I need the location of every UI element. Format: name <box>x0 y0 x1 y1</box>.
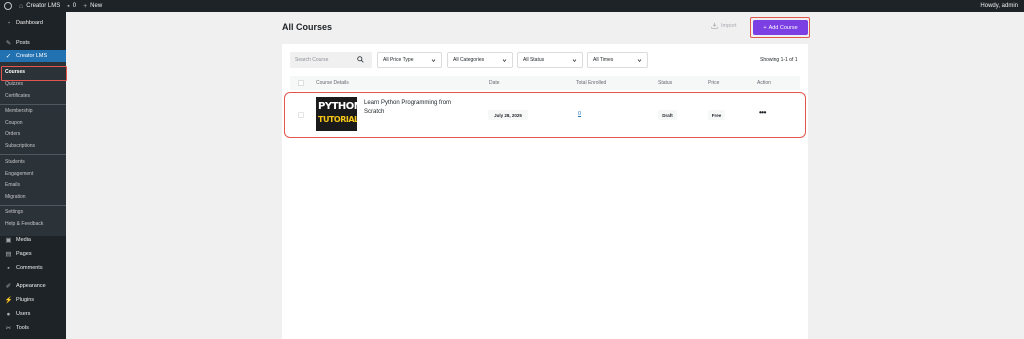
price-type-select[interactable]: All Price Type <box>377 52 442 68</box>
sidebar-item-users[interactable]: ● Users <box>0 308 66 320</box>
sidebar-item-comments[interactable]: ▪ Comments <box>0 262 66 274</box>
submenu-certificates[interactable]: Certificates <box>0 90 66 101</box>
home-icon: ⌂ <box>19 2 24 10</box>
categories-select[interactable]: All Categories <box>447 52 513 68</box>
more-actions-icon[interactable]: ••• <box>759 108 766 117</box>
plus-icon: + <box>83 2 88 10</box>
price-badge: Free <box>708 110 725 120</box>
plus-icon: + <box>763 24 767 31</box>
plugin-icon: ⚡ <box>4 297 13 304</box>
admin-bar: ⌂ Creator LMS ▪ 0 + New Howdy, admin <box>0 0 1024 12</box>
column-header-course-details: Course Details <box>316 80 349 86</box>
course-thumbnail[interactable]: PYTHON TUTORIAL <box>316 97 357 131</box>
wrench-icon: ✂ <box>5 325 12 332</box>
dashboard-icon: ◔ <box>6 19 11 27</box>
comment-icon: ▪ <box>7 264 10 272</box>
results-count: Showing 1-1 of 1 <box>760 57 798 63</box>
media-icon: ▣ <box>5 237 12 244</box>
page-icon: ▤ <box>5 251 12 258</box>
submenu-subscriptions[interactable]: Subscriptions <box>0 140 66 151</box>
paintbrush-icon: ✐ <box>5 283 12 290</box>
course-date: July 28, 2025 <box>488 110 528 120</box>
column-header-total-enrolled: Total Enrolled <box>576 80 607 86</box>
site-name-link[interactable]: ⌂ Creator LMS <box>19 3 60 10</box>
search-icon[interactable] <box>357 56 364 63</box>
admin-sidebar: ◔ Dashboard ✎ Posts ✓ Creator LMS Course… <box>0 12 67 339</box>
comments-link[interactable]: ▪ 0 <box>67 3 76 10</box>
submenu-emails[interactable]: Emails <box>0 179 66 190</box>
sidebar-item-pages[interactable]: ▤ Pages <box>0 248 66 260</box>
status-select[interactable]: All Status <box>517 52 583 68</box>
sidebar-item-plugins[interactable]: ⚡ Plugins <box>0 294 66 306</box>
chevron-down-icon <box>431 59 436 63</box>
sidebar-item-dashboard[interactable]: ◔ Dashboard <box>0 17 66 29</box>
sidebar-item-tools[interactable]: ✂ Tools <box>0 322 66 334</box>
course-title-link[interactable]: Learn Python Programming from Scratch <box>364 99 456 117</box>
sidebar-item-media[interactable]: ▣ Media <box>0 234 66 246</box>
new-content-link[interactable]: + New <box>83 3 102 10</box>
chevron-down-icon <box>502 59 507 63</box>
submenu-membership[interactable]: Membership <box>0 105 66 116</box>
select-all-checkbox[interactable] <box>298 80 304 86</box>
submenu-engagement[interactable]: Engagement <box>0 168 66 179</box>
enrolled-count-link[interactable]: 0 <box>578 111 581 117</box>
submenu-orders[interactable]: Orders <box>0 128 66 139</box>
wordpress-logo-icon[interactable] <box>4 2 12 10</box>
submenu-migration[interactable]: Migration <box>0 191 66 202</box>
search-input[interactable]: Search Course <box>290 52 372 68</box>
submenu-settings[interactable]: Settings <box>0 206 66 217</box>
sidebar-item-appearance[interactable]: ✐ Appearance <box>0 280 66 292</box>
submenu-students[interactable]: Students <box>0 156 66 167</box>
column-header-action: Action <box>757 80 771 86</box>
howdy-user-link[interactable]: Howdy, admin <box>980 3 1018 9</box>
chevron-down-icon <box>572 59 577 63</box>
comment-icon: ▪ <box>67 2 70 10</box>
download-icon <box>711 22 718 29</box>
graduation-cap-icon: ✓ <box>5 53 12 60</box>
sidebar-item-posts[interactable]: ✎ Posts <box>0 37 66 49</box>
sidebar-item-creator-lms[interactable]: ✓ Creator LMS <box>0 50 66 62</box>
row-checkbox[interactable] <box>298 112 304 118</box>
times-select[interactable]: All Times <box>587 52 648 68</box>
table-row[interactable] <box>284 92 806 138</box>
column-header-status: Status <box>658 80 673 86</box>
submenu-courses[interactable]: Courses <box>0 66 67 81</box>
column-header-price: Price <box>708 80 720 86</box>
chevron-down-icon <box>637 59 642 63</box>
import-button[interactable]: Import <box>711 22 737 29</box>
table-header: Course Details Date Total Enrolled Statu… <box>290 76 800 90</box>
column-header-date: Date <box>489 80 500 86</box>
submenu-divider <box>0 154 66 155</box>
add-course-button[interactable]: + Add Course <box>753 20 808 35</box>
users-icon: ● <box>6 310 11 318</box>
status-badge: Draft <box>658 110 677 120</box>
submenu-quizzes[interactable]: Quizzes <box>0 78 66 89</box>
submenu-coupon[interactable]: Coupon <box>0 117 66 128</box>
pin-icon: ✎ <box>5 40 12 47</box>
submenu-help-feedback[interactable]: Help & Feedback <box>0 218 66 229</box>
page-title: All Courses <box>282 22 333 32</box>
